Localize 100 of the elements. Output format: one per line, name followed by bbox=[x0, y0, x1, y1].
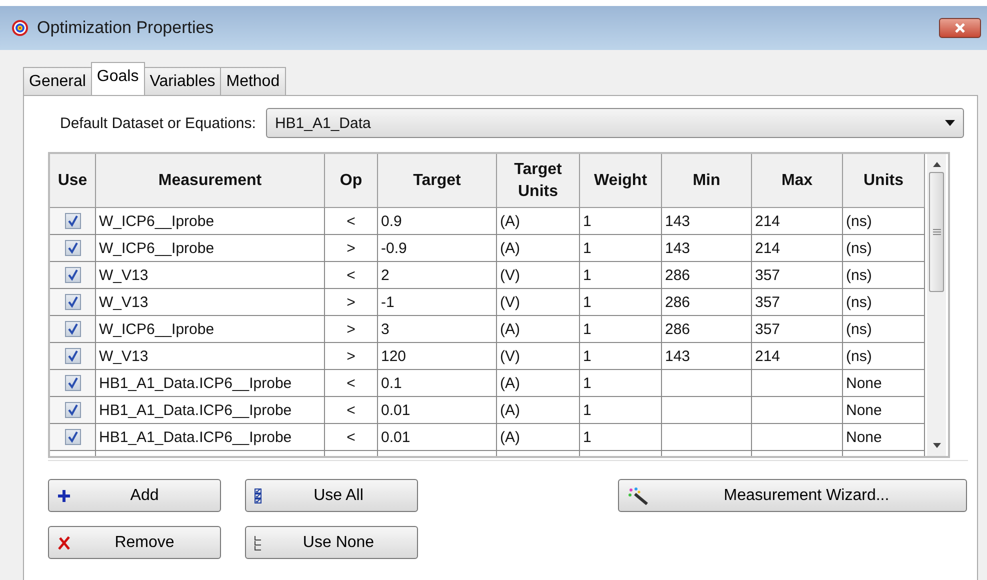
table-cell: < bbox=[325, 208, 378, 235]
table-cell: (V) bbox=[497, 289, 580, 316]
table-cell: W_ICP6__Iprobe bbox=[96, 235, 325, 262]
remove-button[interactable]: Remove bbox=[48, 526, 221, 559]
table-cell: (V) bbox=[497, 262, 580, 289]
use-checkbox[interactable] bbox=[64, 402, 80, 418]
table-cell: W_V13 bbox=[96, 343, 325, 370]
empty-list-icon bbox=[254, 534, 262, 550]
table-cell: 0.1 bbox=[378, 370, 497, 397]
table-cell: (ns) bbox=[843, 343, 925, 370]
table-cell: None bbox=[843, 370, 925, 397]
column-header[interactable]: Measurement bbox=[96, 154, 325, 208]
target-icon bbox=[11, 19, 29, 37]
use-checkbox[interactable] bbox=[64, 240, 80, 256]
table-cell: 1 bbox=[580, 235, 662, 262]
table-cell: (A) bbox=[497, 397, 580, 424]
table-cell: 357 bbox=[752, 316, 843, 343]
table-cell: (A) bbox=[497, 208, 580, 235]
scroll-down-icon bbox=[932, 443, 940, 448]
table-cell: 1 bbox=[580, 424, 662, 451]
table-cell: 143 bbox=[662, 343, 752, 370]
table-cell: W_V13 bbox=[96, 289, 325, 316]
use-checkbox[interactable] bbox=[64, 348, 80, 364]
use-checkbox[interactable] bbox=[64, 213, 80, 229]
checklist-icon bbox=[254, 488, 262, 504]
table-cell: (A) bbox=[497, 316, 580, 343]
tab[interactable]: Variables bbox=[144, 67, 222, 95]
column-header[interactable]: Max bbox=[752, 154, 843, 208]
table-cell: (ns) bbox=[843, 316, 925, 343]
window-title: Optimization Properties bbox=[37, 18, 215, 38]
table-cell: (ns) bbox=[843, 262, 925, 289]
use-checkbox[interactable] bbox=[64, 267, 80, 283]
use-checkbox[interactable] bbox=[64, 375, 80, 391]
table-cell: 357 bbox=[752, 262, 843, 289]
dataset-dropdown[interactable]: HB1_A1_Data bbox=[266, 108, 964, 138]
close-icon bbox=[953, 23, 967, 33]
use-checkbox[interactable] bbox=[64, 294, 80, 310]
table-cell: 0.01 bbox=[378, 397, 497, 424]
column-header[interactable]: Op bbox=[325, 154, 378, 208]
table-cell: 286 bbox=[662, 316, 752, 343]
column-header[interactable]: Target bbox=[378, 154, 497, 208]
table-cell: > bbox=[325, 289, 378, 316]
use-button[interactable]: Use All bbox=[245, 479, 418, 512]
table-cell: < bbox=[325, 424, 378, 451]
use-button[interactable]: Use None bbox=[245, 526, 418, 559]
table-cell: 1 bbox=[580, 208, 662, 235]
column-header[interactable]: Weight bbox=[580, 154, 662, 208]
table-cell: None bbox=[843, 397, 925, 424]
dropdown-arrow-icon bbox=[945, 120, 955, 126]
table-cell: 214 bbox=[752, 235, 843, 262]
table-cell: < bbox=[325, 397, 378, 424]
table-cell: 143 bbox=[662, 208, 752, 235]
dataset-label: Default Dataset or Equations: bbox=[60, 114, 256, 132]
table-cell: -0.9 bbox=[378, 235, 497, 262]
table-cell: 1 bbox=[580, 343, 662, 370]
add-button[interactable]: Add bbox=[48, 479, 221, 512]
table-cell: (ns) bbox=[843, 235, 925, 262]
table-cell: > bbox=[325, 235, 378, 262]
table-cell: 1 bbox=[580, 370, 662, 397]
table-cell: (A) bbox=[497, 424, 580, 451]
table-cell: -1 bbox=[378, 289, 497, 316]
close-button[interactable] bbox=[939, 18, 981, 38]
table-cell: 2 bbox=[378, 262, 497, 289]
tab[interactable]: Method bbox=[220, 67, 286, 95]
table-cell: < bbox=[325, 262, 378, 289]
table-cell: 286 bbox=[662, 289, 752, 316]
column-header[interactable]: Units bbox=[843, 154, 925, 208]
table-cell: None bbox=[843, 424, 925, 451]
table-cell: HB1_A1_Data.ICP6__Iprobe bbox=[96, 370, 325, 397]
use-checkbox[interactable] bbox=[64, 429, 80, 445]
table-cell: 1 bbox=[580, 289, 662, 316]
scroll-thumb[interactable] bbox=[929, 172, 944, 292]
table-cell: 120 bbox=[378, 343, 497, 370]
measurement-wizard-button[interactable]: Measurement Wizard... bbox=[618, 479, 967, 512]
table-cell: 286 bbox=[662, 262, 752, 289]
table-cell: 214 bbox=[752, 343, 843, 370]
column-header[interactable]: Target Units bbox=[497, 154, 580, 208]
table-cell: (ns) bbox=[843, 289, 925, 316]
table-cell: 214 bbox=[752, 208, 843, 235]
table-cell: 3 bbox=[378, 316, 497, 343]
column-header[interactable]: Use bbox=[50, 154, 96, 208]
table-cell: 0.01 bbox=[378, 424, 497, 451]
column-header[interactable]: Min bbox=[662, 154, 752, 208]
tab[interactable]: Goals bbox=[90, 62, 145, 95]
table-cell: 0.9 bbox=[378, 208, 497, 235]
table-cell: > bbox=[325, 343, 378, 370]
table-cell: 357 bbox=[752, 289, 843, 316]
tab[interactable]: General bbox=[23, 67, 92, 95]
scrollbar[interactable] bbox=[927, 154, 946, 456]
table-cell: 143 bbox=[662, 235, 752, 262]
table-cell: 1 bbox=[580, 262, 662, 289]
table-cell: (A) bbox=[497, 235, 580, 262]
table-cell: 1 bbox=[580, 316, 662, 343]
scroll-up-icon bbox=[932, 162, 940, 167]
table-cell: W_ICP6__Iprobe bbox=[96, 316, 325, 343]
table-cell: > bbox=[325, 316, 378, 343]
table-cell: W_ICP6__Iprobe bbox=[96, 208, 325, 235]
table-cell: W_V13 bbox=[96, 262, 325, 289]
use-checkbox[interactable] bbox=[64, 321, 80, 337]
table-cell: (ns) bbox=[843, 208, 925, 235]
